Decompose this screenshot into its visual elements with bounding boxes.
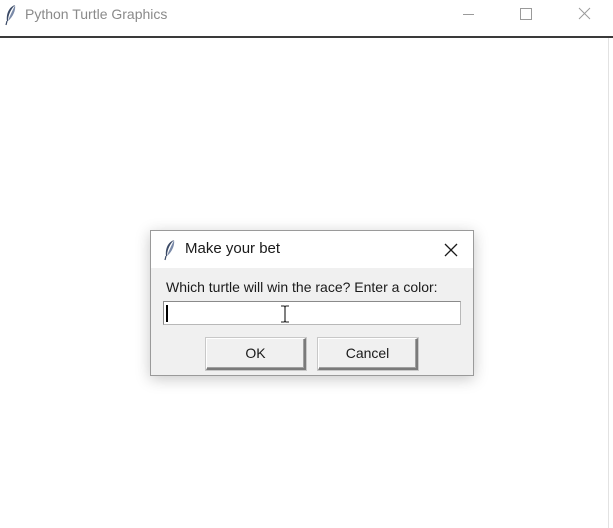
feather-icon (4, 4, 18, 26)
window-border (608, 38, 609, 528)
close-icon (578, 7, 591, 20)
dialog-close-button[interactable] (441, 240, 461, 260)
text-caret (166, 305, 168, 322)
close-icon (444, 243, 458, 257)
bet-dialog: Make your bet Which turtle will win the … (150, 230, 474, 376)
close-button[interactable] (562, 0, 608, 28)
window-titlebar[interactable]: Python Turtle Graphics (0, 0, 613, 38)
minimize-button[interactable] (446, 0, 492, 28)
maximize-icon (520, 8, 532, 20)
ok-button[interactable]: OK (206, 338, 306, 370)
dialog-title: Make your bet (185, 240, 281, 257)
color-input[interactable] (163, 301, 461, 325)
dialog-titlebar[interactable]: Make your bet (151, 231, 473, 268)
dialog-prompt: Which turtle will win the race? Enter a … (166, 279, 438, 295)
turtle-window: Python Turtle Graphics Make your bet Whi… (0, 0, 613, 528)
minimize-icon (463, 14, 474, 15)
cancel-button[interactable]: Cancel (318, 338, 418, 370)
maximize-button[interactable] (503, 0, 549, 28)
ibeam-cursor-icon (279, 305, 291, 323)
feather-icon (163, 239, 177, 261)
window-title: Python Turtle Graphics (25, 6, 168, 22)
